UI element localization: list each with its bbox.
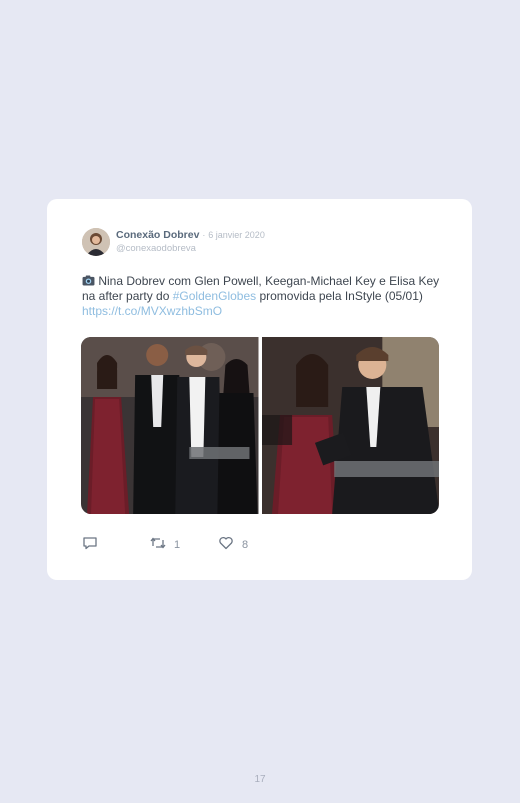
retweet-count: 1 (174, 538, 181, 551)
author-name[interactable]: Conexão Dobrev (116, 229, 199, 241)
retweet-icon (150, 535, 166, 554)
reply-button[interactable] (82, 535, 98, 554)
separator-dot: · (202, 230, 206, 240)
like-count: 8 (242, 538, 249, 551)
tweet-text: Nina Dobrev com Glen Powell, Keegan-Mich… (82, 274, 442, 319)
hashtag-link[interactable]: #GoldenGlobes (173, 289, 256, 303)
tweet-card: Conexão Dobrev · 6 janvier 2020 @conexao… (47, 199, 472, 580)
like-button[interactable]: 8 (218, 535, 248, 554)
tweet-date[interactable]: 6 janvier 2020 (208, 230, 265, 240)
reply-icon (82, 535, 98, 554)
camera-icon (82, 274, 98, 288)
photo-group[interactable] (81, 337, 259, 514)
author-line: Conexão Dobrev · 6 janvier 2020 (116, 229, 265, 241)
heart-icon (218, 535, 234, 554)
media-grid (81, 337, 439, 514)
retweet-button[interactable]: 1 (150, 535, 180, 554)
photo-couple[interactable] (261, 337, 439, 514)
url-link[interactable]: https://t.co/MVXwzhbSmO (82, 304, 222, 318)
tweet-actions: 1 8 (82, 535, 382, 551)
page-number: 17 (254, 774, 266, 785)
author-handle[interactable]: @conexaodobreva (116, 243, 196, 254)
avatar[interactable] (82, 228, 110, 256)
tweet-body-part2: promovida pela InStyle (05/01) (256, 289, 423, 303)
